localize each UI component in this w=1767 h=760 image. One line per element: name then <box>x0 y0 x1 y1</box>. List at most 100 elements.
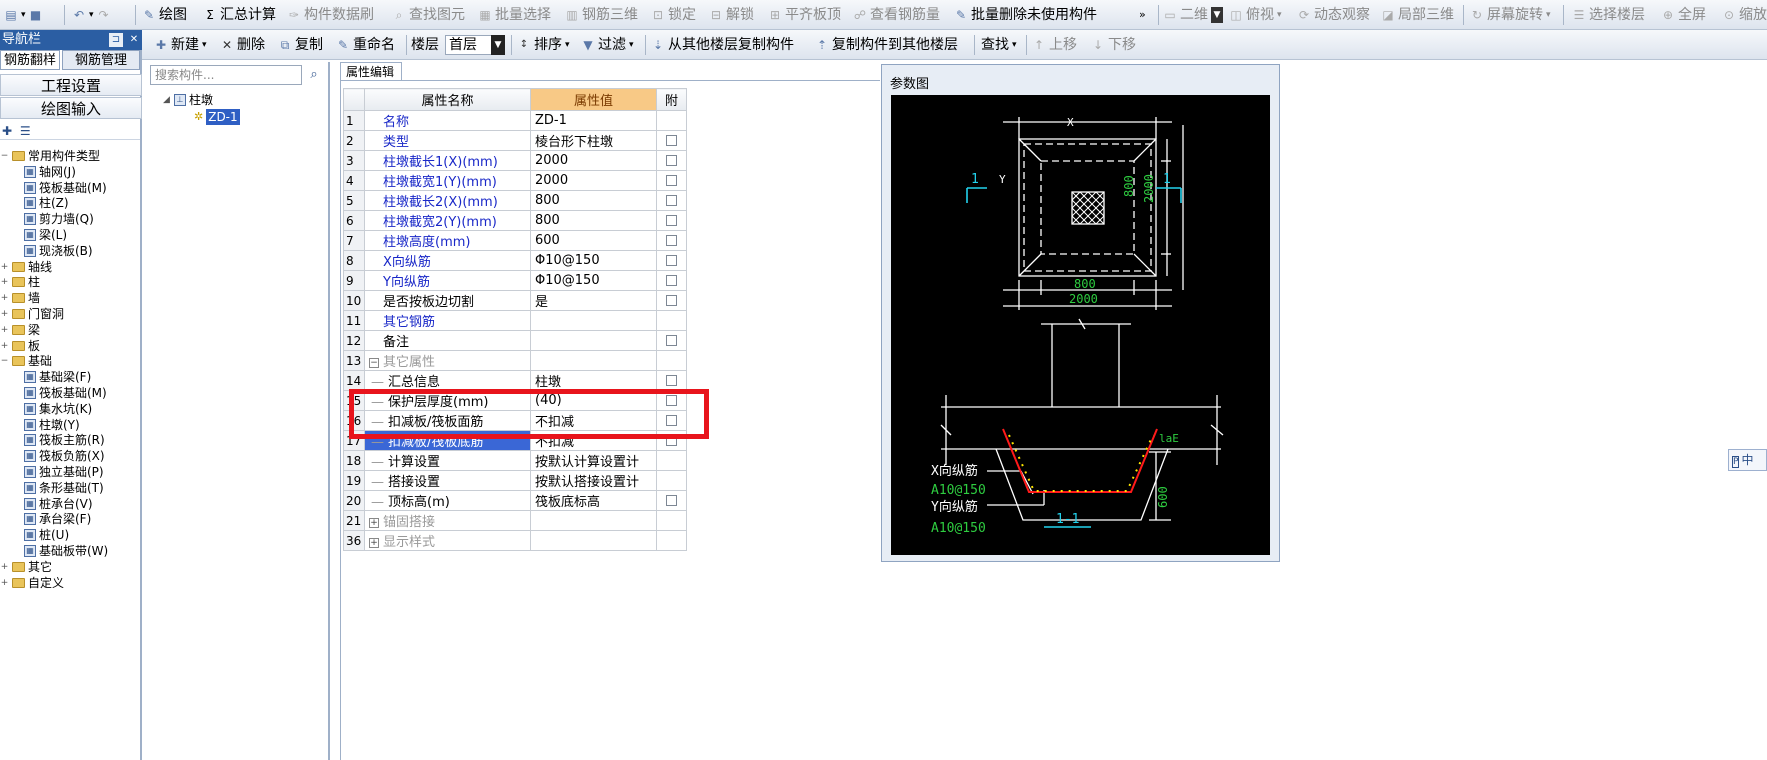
nav-item-common[interactable]: ▦ 梁(L) <box>24 227 67 243</box>
property-name[interactable]: — 顶标高(m) <box>364 490 531 511</box>
property-value[interactable]: 筏板底标高 <box>530 490 657 511</box>
floor-dropdown-button[interactable]: ▼ <box>491 35 505 55</box>
attach-checkbox[interactable] <box>666 275 677 286</box>
move-down-button[interactable]: ↓ 下移 <box>1091 35 1136 55</box>
lock-button[interactable]: ⊡ 锁定 <box>651 5 696 25</box>
nav-item-common[interactable]: ▦ 轴网(J) <box>24 164 76 180</box>
attach-checkbox[interactable] <box>666 375 677 386</box>
property-name[interactable]: 其它钢筋 <box>364 310 531 331</box>
property-row[interactable]: 9 Y向纵筋 Φ10@150 <box>343 270 687 291</box>
batch-select-button[interactable]: ▦ 批量选择 <box>478 5 551 25</box>
rebar-3d-button[interactable]: ▥ 钢筋三维 <box>565 5 638 25</box>
move-up-button[interactable]: ↑ 上移 <box>1032 35 1077 55</box>
tree-item-zd1[interactable]: ✲ ZD-1 <box>194 109 240 125</box>
property-name[interactable]: Y向纵筋 <box>364 270 531 291</box>
attach-checkbox[interactable] <box>666 155 677 166</box>
nav-group-common[interactable]: − 常用构件类型 <box>0 148 100 164</box>
property-name[interactable]: 名称 <box>364 110 531 131</box>
view-rebar-button[interactable]: ☍ 查看钢筋量 <box>853 5 940 25</box>
property-row[interactable]: 20— 顶标高(m) 筏板底标高 <box>343 490 687 511</box>
tab-property-edit[interactable]: 属性编辑 <box>340 62 402 81</box>
attach-checkbox[interactable] <box>666 235 677 246</box>
nav-item-foundation[interactable]: ▦ 基础板带(W) <box>24 543 108 559</box>
align-slab-button[interactable]: ⊞ 平齐板顶 <box>768 5 841 25</box>
nav-item-common[interactable]: ▦ 现浇板(B) <box>24 243 93 259</box>
nav-item-foundation[interactable]: ▦ 承台梁(F) <box>24 511 91 527</box>
property-value[interactable]: 600 <box>530 230 657 251</box>
attach-checkbox[interactable] <box>666 335 677 346</box>
nav-item-common[interactable]: ▦ 剪力墙(Q) <box>24 211 94 227</box>
property-value[interactable]: 按默认搭接设置计 <box>530 470 657 491</box>
nav-item-foundation[interactable]: ▦ 集水坑(K) <box>24 401 92 417</box>
copy-from-floor-button[interactable]: ⇣ 从其他楼层复制构件 <box>651 35 794 55</box>
property-value[interactable]: 柱墩 <box>530 370 657 391</box>
property-row[interactable]: 14— 汇总信息 柱墩 <box>343 370 687 391</box>
property-value[interactable]: Φ10@150 <box>530 250 657 271</box>
property-row[interactable]: 2 类型 棱台形下柱墩 <box>343 130 687 151</box>
property-row[interactable]: 12 备注 <box>343 330 687 351</box>
tab-rebar-flip[interactable]: 钢筋翻样 <box>0 50 60 70</box>
collapse-toggle-icon[interactable]: − <box>369 357 379 368</box>
undo-button[interactable]: ↶ ▾ ↷ <box>72 5 111 25</box>
property-name[interactable]: 柱墩截长1(X)(mm) <box>364 150 531 171</box>
property-value[interactable]: Φ10@150 <box>530 270 657 291</box>
nav-item-foundation[interactable]: ▦ 柱墩(Y) <box>24 417 80 433</box>
property-name[interactable]: 备注 <box>364 330 531 351</box>
property-name[interactable]: 是否按板边切割 <box>364 290 531 311</box>
nav-group-foundation[interactable]: − 基础 <box>0 353 52 369</box>
zoom-button[interactable]: ⊙ 缩放 <box>1722 5 1767 25</box>
nav-item-foundation[interactable]: ▦ 筏板负筋(X) <box>24 448 105 464</box>
property-row[interactable]: 7 柱墩高度(mm) 600 <box>343 230 687 251</box>
copy-to-floor-button[interactable]: ⇡ 复制构件到其他楼层 <box>815 35 958 55</box>
component-brush-button[interactable]: ✑ 构件数据刷 <box>287 5 374 25</box>
attach-checkbox[interactable] <box>666 175 677 186</box>
nav-folder[interactable]: + 墙 <box>0 290 40 306</box>
nav-item-common[interactable]: ▦ 柱(Z) <box>24 195 69 211</box>
search-icon[interactable]: ⌕ <box>304 65 324 85</box>
nav-item-foundation[interactable]: ▦ 桩承台(V) <box>24 496 93 512</box>
property-row[interactable]: 18— 计算设置 按默认计算设置计 <box>343 450 687 471</box>
nav-item-foundation[interactable]: ▦ 筏板基础(M) <box>24 385 107 401</box>
property-name[interactable]: 类型 <box>364 130 531 151</box>
top-view-button[interactable]: ◫ 俯视 ▾ <box>1229 5 1281 25</box>
nav-folder-other[interactable]: + 其它 <box>0 559 52 575</box>
expand-toggle-icon[interactable]: + <box>369 517 379 528</box>
property-value[interactable]: 是 <box>530 290 657 311</box>
attach-checkbox[interactable] <box>666 495 677 506</box>
new-component-button[interactable]: ✚ 新建 ▾ <box>154 35 207 55</box>
property-value[interactable]: 800 <box>530 210 657 231</box>
nav-item-common[interactable]: ▦ 筏板基础(M) <box>24 180 107 196</box>
nav-item-foundation[interactable]: ▦ 筏板主筋(R) <box>24 432 105 448</box>
property-name[interactable]: + 显示样式 <box>364 530 531 551</box>
property-value[interactable] <box>530 510 657 531</box>
drawing-input-button[interactable]: 绘图输入 <box>0 97 142 119</box>
fullscreen-button[interactable]: ⊕ 全屏 <box>1661 5 1706 25</box>
collapse-toggle-icon[interactable]: − <box>0 148 9 164</box>
nav-item-foundation[interactable]: ▦ 独立基础(P) <box>24 464 104 480</box>
batch-delete-button[interactable]: ✎ 批量删除未使用构件 <box>954 5 1097 25</box>
property-name[interactable]: — 搭接设置 <box>364 470 531 491</box>
expand-toggle-icon[interactable]: ◢ <box>162 92 171 108</box>
property-row[interactable]: 11 其它钢筋 <box>343 310 687 331</box>
property-name[interactable]: − 其它属性 <box>364 350 531 371</box>
property-name[interactable]: 柱墩截宽1(Y)(mm) <box>364 170 531 191</box>
property-row[interactable]: 8 X向纵筋 Φ10@150 <box>343 250 687 271</box>
tab-rebar-manage[interactable]: 钢筋管理 <box>62 50 140 70</box>
property-value[interactable]: 棱台形下柱墩 <box>530 130 657 151</box>
nav-folder[interactable]: + 板 <box>0 338 40 354</box>
ime-indicator[interactable]: P中 <box>1728 449 1767 471</box>
property-row[interactable]: 4 柱墩截宽1(Y)(mm) 2000 <box>343 170 687 191</box>
nav-folder[interactable]: + 轴线 <box>0 259 52 275</box>
nav-folder[interactable]: + 梁 <box>0 322 40 338</box>
property-value[interactable]: 2000 <box>530 170 657 191</box>
property-value[interactable]: 800 <box>530 190 657 211</box>
expand-toggle-icon[interactable]: + <box>0 338 9 354</box>
property-row[interactable]: 5 柱墩截长2(X)(mm) 800 <box>343 190 687 211</box>
toolbar-overflow-button[interactable]: » <box>1139 5 1146 25</box>
search-input[interactable]: 搜索构件... <box>150 65 302 85</box>
nav-item-foundation[interactable]: ▦ 基础梁(F) <box>24 369 91 385</box>
project-settings-button[interactable]: 工程设置 <box>0 74 142 96</box>
expand-all-icon[interactable]: ✚ <box>2 124 12 138</box>
property-name[interactable]: — 汇总信息 <box>364 370 531 391</box>
property-value[interactable] <box>530 350 657 371</box>
